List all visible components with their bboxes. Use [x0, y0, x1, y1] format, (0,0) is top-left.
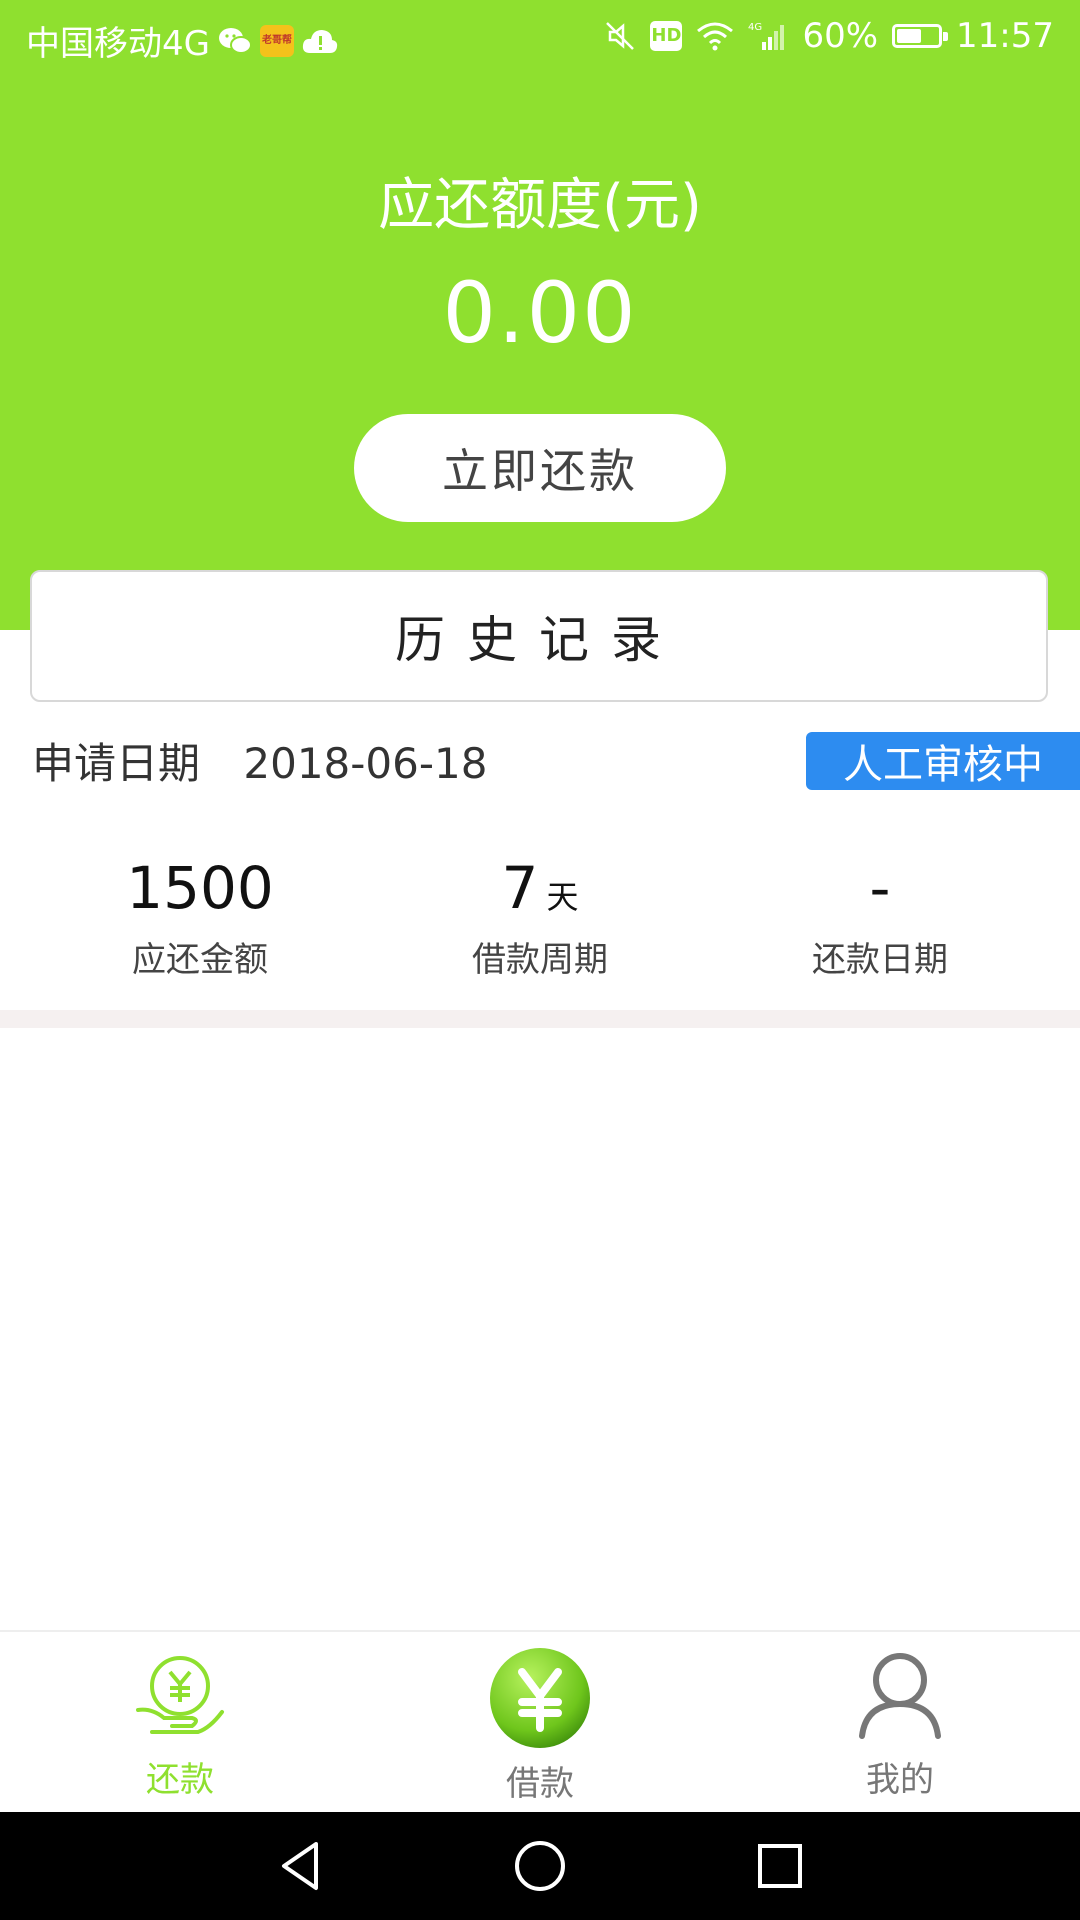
carrier-label: 中国移动4G — [26, 24, 210, 64]
wechat-icon — [218, 26, 252, 56]
user-icon — [856, 1650, 944, 1744]
status-right: HD 4G 60% 11:57 — [604, 16, 1054, 56]
status-left: 中国移动4G 老哥帮 — [26, 16, 338, 65]
recent-apps-icon[interactable] — [748, 1834, 812, 1898]
stat-label: 借款周期 — [472, 940, 608, 980]
history-records-button[interactable]: 历史记录 — [30, 570, 1048, 702]
stat-label: 应还金额 — [132, 940, 268, 980]
stat-value: 7天 — [390, 850, 690, 926]
section-divider — [0, 1010, 1080, 1028]
stat-label: 还款日期 — [812, 940, 948, 980]
wifi-icon — [696, 21, 734, 51]
repay-hand-yen-icon — [132, 1650, 228, 1746]
home-icon[interactable] — [508, 1834, 572, 1898]
stat-repay-date: - 还款日期 — [730, 850, 1030, 981]
stat-value: - — [730, 850, 1030, 926]
signal-icon: 4G — [748, 20, 788, 52]
stat-number: - — [869, 854, 891, 922]
status-bar: 中国移动4G 老哥帮 HD 4G 60% 11:57 — [0, 0, 1080, 76]
mute-icon — [604, 20, 636, 52]
tab-label: 还款 — [146, 1760, 214, 1800]
application-date-label: 申请日期 — [32, 739, 201, 788]
application-date-value: 2018-06-18 — [243, 739, 488, 788]
tab-label: 我的 — [866, 1760, 934, 1800]
tab-borrow[interactable]: 借款 — [420, 1632, 660, 1814]
header-banner: 中国移动4G 老哥帮 HD 4G 60% 11:57 应还额度(元) 0.00 … — [0, 0, 1080, 630]
clock: 11:57 — [956, 16, 1054, 56]
amount-value: 0.00 — [442, 264, 638, 362]
stat-loan-period: 7天 借款周期 — [390, 850, 690, 981]
tab-mine[interactable]: 我的 — [780, 1632, 1020, 1814]
stat-number: 1500 — [126, 854, 274, 922]
hd-icon: HD — [650, 21, 683, 51]
tab-label: 借款 — [506, 1764, 574, 1804]
battery-icon — [892, 24, 949, 48]
tab-repay[interactable]: 还款 — [60, 1632, 300, 1814]
bottom-tab-bar: 还款 借款 我的 — [0, 1630, 1080, 1814]
app-badge-icon: 老哥帮 — [259, 24, 294, 57]
yen-circle-icon — [488, 1646, 592, 1754]
battery-fill — [897, 29, 922, 43]
network-type-label: 4G — [748, 22, 762, 33]
stat-number: 7 — [501, 854, 539, 922]
system-navigation-bar — [0, 1812, 1080, 1920]
stat-value: 1500 — [50, 850, 350, 926]
repay-now-button[interactable]: 立即还款 — [354, 414, 726, 522]
stat-repay-amount: 1500 应还金额 — [50, 850, 350, 981]
amount-title: 应还额度(元) — [378, 173, 702, 238]
stat-unit: 天 — [546, 878, 579, 916]
battery-percent: 60% — [802, 16, 879, 56]
status-badge: 人工审核中 — [806, 732, 1080, 790]
back-icon[interactable] — [270, 1834, 334, 1898]
application-date-row: 申请日期 2018-06-18 — [32, 730, 487, 791]
cloud-alert-icon — [302, 27, 338, 55]
